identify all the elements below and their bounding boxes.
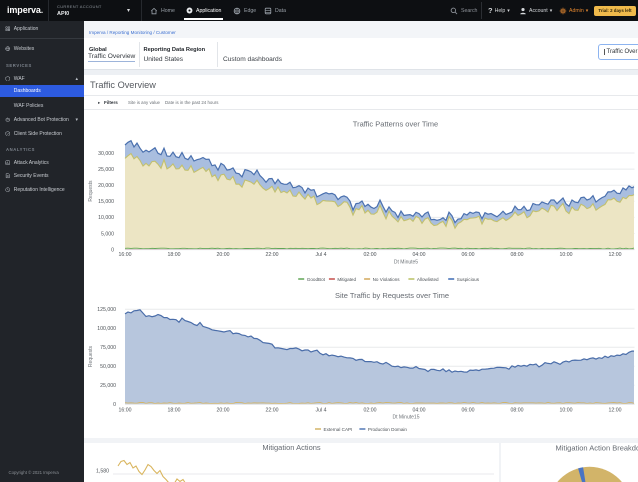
svg-text:75,000: 75,000 — [100, 345, 116, 351]
svg-text:125,000: 125,000 — [97, 307, 116, 313]
svg-text:Suspicious: Suspicious — [457, 277, 480, 282]
svg-text:1,580: 1,580 — [96, 469, 109, 475]
svg-text:5,000: 5,000 — [101, 231, 114, 237]
svg-text:Site Traffic by Requests over: Site Traffic by Requests over Time — [335, 291, 449, 300]
svg-text:Traffic Patterns over Time: Traffic Patterns over Time — [353, 120, 438, 129]
svg-text:20:00: 20:00 — [217, 408, 230, 414]
svg-text:100,000: 100,000 — [97, 326, 116, 332]
svg-text:Jul 4: Jul 4 — [316, 408, 327, 414]
svg-text:06:00: 06:00 — [462, 408, 475, 414]
svg-text:Jul 4: Jul 4 — [316, 252, 327, 258]
svg-text:Mitigated: Mitigated — [337, 277, 356, 282]
svg-text:Production Domain: Production Domain — [368, 427, 408, 432]
svg-text:12:00: 12:00 — [609, 252, 622, 258]
svg-text:25,000: 25,000 — [98, 167, 114, 173]
svg-text:0: 0 — [113, 402, 116, 408]
svg-text:Requests: Requests — [88, 180, 94, 202]
svg-text:External CAPI: External CAPI — [324, 427, 353, 432]
svg-text:Requests: Requests — [88, 345, 94, 367]
svg-text:18:00: 18:00 — [168, 408, 181, 414]
svg-text:Dt Minute5: Dt Minute5 — [394, 260, 418, 266]
svg-text:30,000: 30,000 — [98, 151, 114, 157]
svg-text:Mitigation Actions: Mitigation Actions — [262, 443, 321, 452]
svg-text:02:00: 02:00 — [364, 408, 377, 414]
svg-text:16:00: 16:00 — [119, 408, 132, 414]
svg-text:50,000: 50,000 — [100, 364, 116, 370]
svg-text:Dt Minute15: Dt Minute15 — [393, 415, 420, 421]
svg-text:Allowlisted: Allowlisted — [417, 277, 439, 282]
svg-text:22:00: 22:00 — [266, 408, 279, 414]
svg-text:22:00: 22:00 — [266, 252, 279, 258]
svg-text:Mitigation Action Breakdown: Mitigation Action Breakdown — [556, 444, 638, 453]
svg-text:02:00: 02:00 — [364, 252, 377, 258]
svg-text:04:00: 04:00 — [413, 252, 426, 258]
svg-text:10:00: 10:00 — [560, 408, 573, 414]
svg-text:08:00: 08:00 — [511, 408, 524, 414]
svg-text:25,000: 25,000 — [100, 383, 116, 389]
svg-text:18:00: 18:00 — [168, 252, 181, 258]
svg-text:16:00: 16:00 — [119, 252, 132, 258]
svg-text:10,000: 10,000 — [98, 215, 114, 221]
svg-text:0: 0 — [111, 247, 114, 253]
svg-text:10:00: 10:00 — [560, 252, 573, 258]
svg-text:No Violations: No Violations — [373, 277, 401, 282]
svg-text:08:00: 08:00 — [511, 252, 524, 258]
svg-text:06:00: 06:00 — [462, 252, 475, 258]
svg-text:12:00: 12:00 — [609, 408, 622, 414]
svg-text:15,000: 15,000 — [98, 199, 114, 205]
svg-text:20,000: 20,000 — [98, 183, 114, 189]
svg-text:GoodBot: GoodBot — [307, 277, 326, 282]
svg-text:04:00: 04:00 — [413, 408, 426, 414]
svg-text:20:00: 20:00 — [217, 252, 230, 258]
